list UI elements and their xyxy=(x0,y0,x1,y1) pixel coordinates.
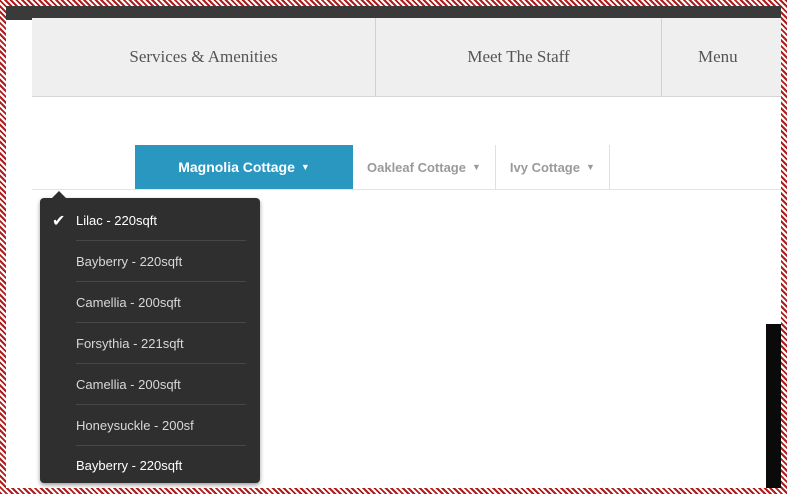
nav-item-meet-the-staff[interactable]: Meet The Staff xyxy=(376,18,662,96)
menu-item-camellia-2[interactable]: Camellia - 200sqft xyxy=(76,364,246,405)
caret-down-icon: ▼ xyxy=(300,162,310,172)
nav-item-services-amenities[interactable]: Services & Amenities xyxy=(32,18,376,96)
nav-item-menu[interactable]: Menu xyxy=(662,18,781,96)
tab-label: Ivy Cottage xyxy=(509,159,580,175)
tab-oakleaf-cottage[interactable]: Oakleaf Cottage ▼ xyxy=(353,145,496,189)
left-gutter xyxy=(6,20,32,100)
room-dropdown-menu: ✔ Lilac - 220sqft Bayberry - 220sqft Cam… xyxy=(40,191,260,485)
menu-item-bayberry-2[interactable]: Bayberry - 220sqft xyxy=(76,445,246,485)
caret-down-icon: ▼ xyxy=(471,162,481,172)
tab-label: Oakleaf Cottage xyxy=(367,159,466,175)
menu-item-camellia[interactable]: Camellia - 200sqft xyxy=(76,282,246,323)
menu-item-label: Camellia - 200sqft xyxy=(76,294,181,310)
menu-item-lilac[interactable]: ✔ Lilac - 220sqft xyxy=(52,200,246,241)
menu-item-honeysuckle[interactable]: Honeysuckle - 200sf xyxy=(76,405,246,446)
menu-item-label: Bayberry - 220sqft xyxy=(76,253,183,269)
tab-ivy-cottage[interactable]: Ivy Cottage ▼ xyxy=(496,145,610,189)
check-icon: ✔ xyxy=(52,213,66,230)
menu-item-label: Forsythia - 221sqft xyxy=(76,335,184,351)
image-edge xyxy=(766,324,781,488)
cottage-tabs: Magnolia Cottage ▼ Oakleaf Cottage ▼ Ivy… xyxy=(135,145,610,189)
menu-item-label: Lilac - 220sqft xyxy=(76,212,157,228)
tab-label: Magnolia Cottage xyxy=(178,159,295,175)
menu-item-label: Bayberry - 220sqft xyxy=(76,457,183,473)
menu-item-label: Honeysuckle - 200sf xyxy=(76,417,194,433)
menu-item-forsythia[interactable]: Forsythia - 221sqft xyxy=(76,323,246,364)
menu-item-label: Camellia - 200sqft xyxy=(76,376,181,392)
tab-magnolia-cottage[interactable]: Magnolia Cottage ▼ xyxy=(135,145,353,189)
main-nav: Services & Amenities Meet The Staff Menu xyxy=(32,18,781,97)
menu-item-bayberry[interactable]: Bayberry - 220sqft xyxy=(76,241,246,282)
tab-divider xyxy=(32,189,781,190)
caret-down-icon: ▼ xyxy=(585,162,595,172)
